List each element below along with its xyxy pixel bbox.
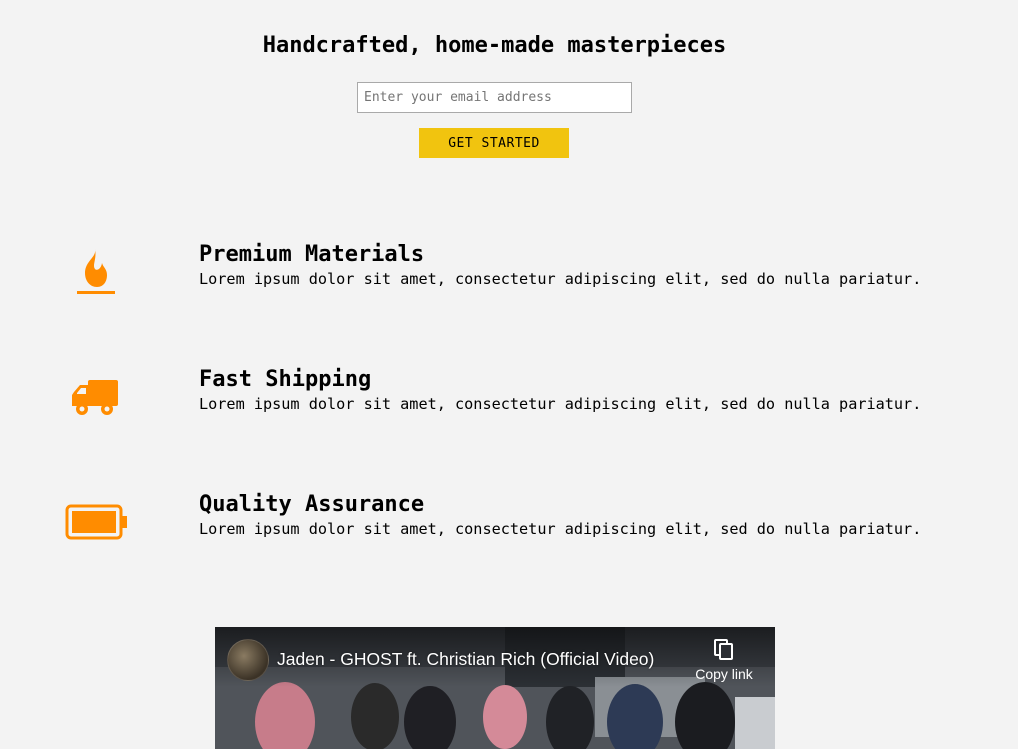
feature-title: Fast Shipping	[199, 367, 372, 392]
hero-title: Handcrafted, home-made masterpieces	[262, 33, 727, 58]
copy-link-button[interactable]: Copy link	[691, 639, 757, 689]
feature-description: Lorem ipsum dolor sit amet, consectetur …	[199, 270, 922, 288]
video-title[interactable]: Jaden - GHOST ft. Christian Rich (Offici…	[277, 649, 654, 670]
feature-fast-shipping: Fast Shipping Lorem ipsum dolor sit amet…	[0, 367, 1018, 437]
battery-full-icon	[62, 492, 132, 552]
fire-icon	[60, 242, 130, 302]
copy-icon	[714, 639, 733, 660]
feature-title: Quality Assurance	[199, 492, 425, 517]
email-field[interactable]	[357, 82, 632, 113]
channel-avatar[interactable]	[227, 639, 269, 681]
truck-icon	[60, 367, 130, 427]
feature-description: Lorem ipsum dolor sit amet, consectetur …	[199, 395, 922, 413]
copy-link-label: Copy link	[695, 666, 753, 682]
feature-title: Premium Materials	[199, 242, 425, 267]
feature-description: Lorem ipsum dolor sit amet, consectetur …	[199, 520, 922, 538]
feature-quality-assurance: Quality Assurance Lorem ipsum dolor sit …	[0, 492, 1018, 562]
feature-premium-materials: Premium Materials Lorem ipsum dolor sit …	[0, 242, 1018, 312]
embedded-video[interactable]: Jaden - GHOST ft. Christian Rich (Offici…	[215, 627, 775, 749]
video-title-bar: Jaden - GHOST ft. Christian Rich (Offici…	[215, 627, 775, 687]
get-started-button[interactable]: GET STARTED	[419, 128, 569, 158]
